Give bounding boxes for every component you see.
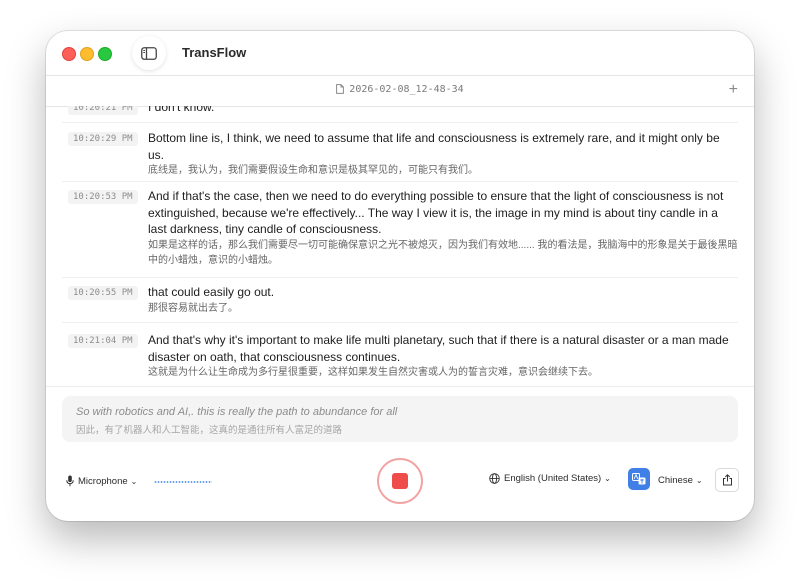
source-text: And if that's the case, then we need to … — [148, 189, 724, 236]
translated-text: 那很容易就出去了。 — [148, 303, 238, 314]
chevron-down-icon: ⌄ — [695, 476, 703, 485]
title-bar: TransFlow — [46, 31, 754, 75]
app-title: TransFlow — [182, 45, 247, 60]
translated-text: 这就是为什么让生命成为多行星很重要，这样如果发生自然灾害或人为的誓言灾难，意识会… — [148, 367, 598, 378]
microphone-selector[interactable]: Microphone ⌄ — [66, 475, 137, 487]
microphone-icon — [66, 475, 74, 487]
divider — [46, 386, 754, 387]
timestamp: 10:21:04 PM — [68, 334, 138, 348]
chevron-down-icon: ⌄ — [604, 474, 611, 483]
transcript-entry: 10:20:29 PM Bottom line is, I think, we … — [62, 123, 738, 182]
timestamp: 10:20:55 PM — [68, 286, 138, 300]
audio-level-meter — [154, 481, 212, 483]
timestamp: 10:20:53 PM — [68, 190, 138, 204]
share-button[interactable] — [715, 468, 739, 492]
transcript-entry: 10:20:55 PM that could easily go out. 那很… — [62, 278, 738, 323]
source-text: Bottom line is, I think, we need to assu… — [148, 131, 720, 162]
share-icon — [722, 474, 732, 486]
target-language-label: Chinese — [658, 475, 693, 486]
timestamp: 10:20:29 PM — [68, 132, 138, 146]
document-title[interactable]: 2026-02-08_12-48-34 — [46, 84, 754, 95]
record-stop-icon — [392, 473, 408, 489]
sidebar-toggle-button[interactable] — [132, 36, 166, 70]
microphone-label: Microphone — [78, 475, 128, 487]
translate-icon[interactable] — [628, 468, 650, 490]
document-toolbar: 2026-02-08_12-48-34 + — [46, 75, 754, 107]
source-language-selector[interactable]: English (United States) ⌄ — [489, 473, 611, 484]
globe-icon — [489, 473, 500, 484]
translate-glyph — [632, 473, 646, 485]
chevron-down-icon: ⌄ — [130, 476, 138, 486]
timestamp: 10:20:21 PM — [68, 106, 138, 115]
transcript-list[interactable]: 10:20:21 PM I don't know. 10:20:29 PM Bo… — [46, 106, 754, 386]
transcript-entry: 10:21:04 PM And that's why it's importan… — [62, 323, 738, 386]
source-language-label: English (United States) — [504, 473, 602, 484]
source-text: that could easily go out. — [148, 285, 275, 299]
bottom-controls: Microphone ⌄ English (United States) ⌄ C… — [46, 451, 754, 511]
transcript-entry: 10:20:53 PM And if that's the case, then… — [62, 182, 738, 278]
transcript-entry: 10:20:21 PM I don't know. — [62, 106, 738, 123]
zoom-window-button[interactable] — [98, 47, 112, 61]
translated-text: 如果是这样的话，那么我们需要尽一切可能确保意识之光不被熄灭，因为我们有效地...… — [148, 240, 738, 266]
live-source-text: So with robotics and AI,. this is really… — [76, 406, 398, 418]
app-window: TransFlow 2026-02-08_12-48-34 + 10:20:21… — [46, 31, 754, 521]
close-window-button[interactable] — [62, 47, 76, 61]
source-text: And that's why it's important to make li… — [148, 333, 729, 364]
target-language-selector[interactable]: Chinese ⌄ — [658, 475, 703, 486]
live-caption-box: So with robotics and AI,. this is really… — [62, 396, 738, 442]
source-text: I don't know. — [148, 106, 215, 114]
minimize-window-button[interactable] — [80, 47, 94, 61]
translated-text: 底线是，我认为，我们需要假设生命和意识是极其罕见的，可能只有我们。 — [148, 165, 478, 176]
plus-icon[interactable]: + — [729, 81, 738, 99]
document-icon — [336, 84, 345, 94]
document-title-text: 2026-02-08_12-48-34 — [349, 84, 464, 95]
record-stop-button[interactable] — [377, 458, 423, 504]
sidebar-icon — [141, 46, 157, 60]
live-translated-text: 因此，有了机器人和人工智能，这真的是通往所有人富足的道路 — [76, 425, 343, 436]
